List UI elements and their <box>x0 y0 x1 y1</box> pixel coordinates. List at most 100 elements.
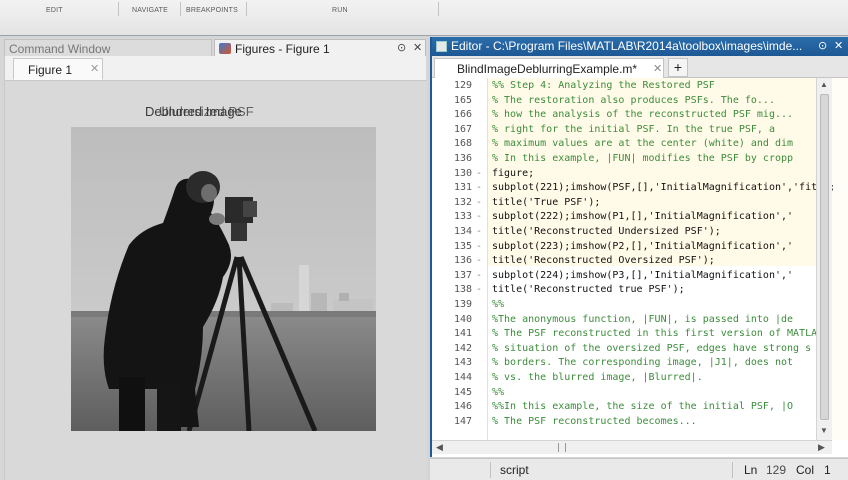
toolstrip-separator <box>180 2 181 16</box>
breakpoint-marker[interactable]: - <box>476 226 482 237</box>
line-number: 139 <box>453 299 472 310</box>
axes-title-overlay: Undersized PSF <box>159 104 254 119</box>
breakpoint-marker[interactable]: - <box>476 168 482 179</box>
code-line[interactable]: 132- title('True PSF'); <box>432 197 848 211</box>
breakpoint-marker[interactable]: - <box>476 182 482 193</box>
figure-1-doc-tab-label: Figure 1 <box>28 63 73 77</box>
line-text: subplot(223);imshow(P2,[],'InitialMagnif… <box>492 240 794 252</box>
panel-menu-icon[interactable]: ⊙ <box>818 39 827 52</box>
scroll-left-icon[interactable]: ◀ <box>436 442 443 453</box>
scroll-down-icon[interactable]: ▼ <box>820 426 828 435</box>
line-text: %% Step 4: Analyzing the Restored PSF <box>492 80 715 91</box>
horizontal-scrollbar[interactable]: ◀ ▶ <box>432 440 832 454</box>
line-number: 140 <box>453 313 472 325</box>
breakpoint-marker[interactable]: - <box>476 211 482 222</box>
command-window-tab-label: Command Window <box>9 42 111 56</box>
code-line[interactable]: 141 % The PSF reconstructed in this first… <box>432 328 848 342</box>
breakpoint-marker[interactable]: - <box>476 270 482 281</box>
line-number: 166 <box>453 109 472 121</box>
code-line[interactable]: 140 %The anonymous function, |FUN|, is pa… <box>432 314 848 328</box>
toolstrip-section-run: RUN <box>332 7 348 14</box>
code-editor[interactable]: 129 %% Step 4: Analyzing the Restored PSF… <box>432 78 848 440</box>
line-number: 146 <box>453 401 472 413</box>
line-text: subplot(221);imshow(PSF,[],'InitialMagni… <box>492 182 836 194</box>
line-number: 165 <box>453 94 472 106</box>
status-ln-label: Ln <box>744 463 758 477</box>
figure-canvas: Deblurred Image Undersized PSF <box>5 80 427 480</box>
line-text: title('True PSF'); <box>492 196 601 208</box>
line-text: subplot(222);imshow(P1,[],'InitialMagnif… <box>492 211 794 223</box>
new-tab-button[interactable]: + <box>668 58 688 77</box>
line-number: 137 <box>453 269 472 281</box>
toolstrip-section-navigate: NAVIGATE <box>132 7 168 14</box>
scroll-grip[interactable] <box>558 443 566 452</box>
scroll-thumb[interactable] <box>820 94 829 420</box>
code-line[interactable]: 130- figure; <box>432 168 848 182</box>
line-number: 144 <box>453 372 472 383</box>
code-line[interactable]: 165 % The restoration also produces PSFs.… <box>432 95 848 109</box>
scroll-up-icon[interactable]: ▲ <box>820 80 828 89</box>
line-number: 132 <box>453 196 472 208</box>
breakpoint-marker[interactable]: - <box>476 255 482 266</box>
code-line[interactable]: 131- subplot(221);imshow(PSF,[],'InitialM… <box>432 182 848 196</box>
command-window-tab[interactable]: Command Window <box>4 39 212 56</box>
line-number: 167 <box>453 123 472 135</box>
code-line[interactable]: 144 % vs. the blurred image, |Blurred|. <box>432 372 848 386</box>
line-number: 138 <box>453 284 472 296</box>
toolstrip-separator <box>118 2 119 16</box>
editor-icon <box>436 41 447 52</box>
code-line[interactable]: 136 % In this example, |FUN| modifies the… <box>432 153 848 167</box>
code-line[interactable]: 147 % The PSF reconstructed becomes... <box>432 416 848 430</box>
line-number: 136 <box>453 153 472 164</box>
code-line[interactable]: 129 %% Step 4: Analyzing the Restored PSF <box>432 80 848 94</box>
code-line[interactable]: 134- title('Reconstructed Undersized PSF'… <box>432 226 848 240</box>
figure-1-doc-tab[interactable]: Figure 1 ✕ <box>13 58 103 80</box>
line-number: 143 <box>453 357 472 369</box>
line-text: % right for the initial PSF. In the true… <box>492 123 775 135</box>
code-line[interactable]: 166 % how the analysis of the reconstruct… <box>432 109 848 123</box>
line-text: figure; <box>492 167 535 179</box>
line-text: % The PSF reconstructed in this first ve… <box>492 328 824 340</box>
figures-tab[interactable]: Figures - Figure 1 ⊙ ✕ <box>214 39 426 56</box>
close-icon[interactable]: ✕ <box>834 39 843 52</box>
vertical-scrollbar[interactable]: ▲ ▼ <box>816 78 832 440</box>
file-tab[interactable]: BlindImageDeblurringExample.m* ✕ <box>434 58 664 78</box>
code-line[interactable]: 143 % borders. The corresponding image, |… <box>432 357 848 371</box>
line-text: % borders. The corresponding image, |J1|… <box>492 357 794 369</box>
editor-tab-bar: BlindImageDeblurringExample.m* ✕ + <box>432 56 848 78</box>
code-line[interactable]: 142 % situation of the oversized PSF, edg… <box>432 343 848 357</box>
code-line[interactable]: 168 % maximum values are at the center (w… <box>432 138 848 152</box>
line-text: %The anonymous function, |FUN|, is passe… <box>492 313 794 325</box>
line-number: 141 <box>453 328 472 340</box>
deblurred-image <box>71 127 376 431</box>
line-number: 129 <box>453 80 472 91</box>
line-text: title('Reconstructed Oversized PSF'); <box>492 255 715 267</box>
line-text: %%In this example, the size of the initi… <box>492 401 794 413</box>
line-text: %% <box>492 299 505 310</box>
scroll-right-icon[interactable]: ▶ <box>818 442 825 453</box>
panel-menu-icon[interactable]: ⊙ <box>397 41 406 54</box>
code-line[interactable]: 139%% <box>432 299 848 313</box>
code-line[interactable]: 137- subplot(224);imshow(P3,[],'InitialMa… <box>432 270 848 284</box>
code-line[interactable]: 133- subplot(222);imshow(P1,[],'InitialMa… <box>432 211 848 225</box>
close-icon[interactable]: ✕ <box>90 62 99 75</box>
code-line[interactable]: 167 % right for the initial PSF. In the t… <box>432 124 848 138</box>
code-line[interactable]: 146 %%In this example, the size of the in… <box>432 401 848 415</box>
breakpoint-marker[interactable]: - <box>476 197 482 208</box>
line-text: % vs. the blurred image, |Blurred|. <box>492 372 703 383</box>
status-separator <box>732 462 733 478</box>
close-icon[interactable]: ✕ <box>653 62 662 75</box>
status-bar: script Ln 129 Col 1 <box>430 458 848 480</box>
code-line[interactable]: 136- title('Reconstructed Oversized PSF')… <box>432 255 848 269</box>
breakpoint-marker[interactable]: - <box>476 241 482 252</box>
breakpoint-marker[interactable]: - <box>476 284 482 295</box>
editor-titlebar: Editor - C:\Program Files\MATLAB\R2014a\… <box>432 37 848 56</box>
status-mode: script <box>500 463 529 477</box>
close-icon[interactable]: ✕ <box>413 41 422 54</box>
code-line[interactable]: 145%% <box>432 387 848 401</box>
line-number: 133 <box>453 211 472 223</box>
editor-panel: Editor - C:\Program Files\MATLAB\R2014a\… <box>430 37 848 457</box>
line-text: % how the analysis of the reconstructed … <box>492 109 794 121</box>
code-line[interactable]: 138- title('Reconstructed true PSF'); <box>432 284 848 298</box>
code-line[interactable]: 135- subplot(223);imshow(P2,[],'InitialMa… <box>432 241 848 255</box>
